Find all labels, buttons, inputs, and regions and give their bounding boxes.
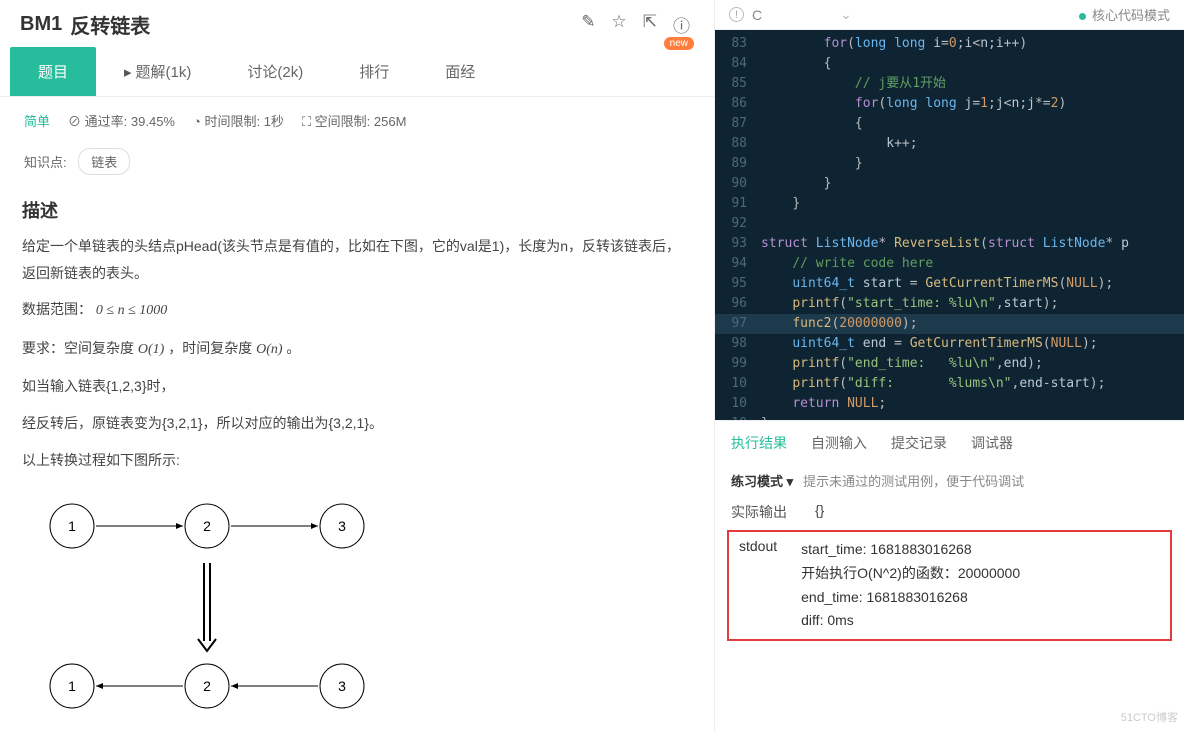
mem-limit: ⛶ 空间限制: 256M xyxy=(302,111,407,130)
header-actions: ✎ ☆ ⇱ ⓘ xyxy=(581,12,690,37)
stdout-box: stdout start_time: 1681883016268开始执行O(N^… xyxy=(727,530,1172,641)
code-line[interactable]: 91 } xyxy=(715,194,1184,214)
language-select[interactable]: ! C ⌄ xyxy=(729,6,852,23)
tab-exp[interactable]: 面经 xyxy=(417,47,503,96)
problem-title: 反转链表 xyxy=(70,10,150,39)
chevron-down-icon: ⌄ xyxy=(840,6,852,23)
knowledge-points: 知识点: 链表 xyxy=(0,144,714,189)
difficulty-badge: 简单 xyxy=(24,111,50,130)
code-line[interactable]: 10 printf("diff: %lums\n",end-start); xyxy=(715,374,1184,394)
info-icon[interactable]: ⓘ xyxy=(673,12,690,37)
code-line[interactable]: 92 xyxy=(715,214,1184,234)
actual-output: 实际输出 {} xyxy=(715,496,1184,524)
problem-code: BM1 xyxy=(20,13,62,36)
code-line[interactable]: 90 } xyxy=(715,174,1184,194)
code-line[interactable]: 87 { xyxy=(715,114,1184,134)
practice-hint: 提示未通过的测试用例，便于代码调试 xyxy=(803,471,1024,490)
code-line[interactable]: 85 // j要从1开始 xyxy=(715,74,1184,94)
language-name: C xyxy=(752,7,762,23)
problem-meta: 简单 ⊘ 通过率: 39.45% ◔ 时间限制: 1秒 ⛶ 空间限制: 256M xyxy=(0,97,714,144)
code-line[interactable]: 84 { xyxy=(715,54,1184,74)
desc-req: 要求：空间复杂度 O(1) ，时间复杂度 O(n) 。 xyxy=(22,335,692,364)
desc-p4: 如当输入链表{1,2,3}时， xyxy=(22,373,692,400)
svg-text:3: 3 xyxy=(338,678,346,694)
stdout-label: stdout xyxy=(739,538,777,633)
header: BM1 反转链表 ✎ ☆ ⇱ ⓘ xyxy=(0,0,714,47)
tab-debugger[interactable]: 调试器 xyxy=(971,433,1013,453)
code-line[interactable]: 97 func2(20000000); xyxy=(715,314,1184,334)
tab-selftest[interactable]: 自测输入 xyxy=(811,433,867,453)
tab-rank[interactable]: 排行 xyxy=(331,47,417,96)
desc-heading: 描述 xyxy=(0,189,714,233)
code-line[interactable]: 94 // write code here xyxy=(715,254,1184,274)
code-line[interactable]: 93struct ListNode* ReverseList(struct Li… xyxy=(715,234,1184,254)
svg-text:2: 2 xyxy=(203,518,211,534)
actual-output-value: {} xyxy=(815,502,824,522)
svg-text:3: 3 xyxy=(338,518,346,534)
kp-tag[interactable]: 链表 xyxy=(78,148,130,175)
code-mode[interactable]: 核心代码模式 xyxy=(1079,5,1170,24)
practice-mode-row: 练习模式 ▾ 提示未通过的测试用例，便于代码调试 xyxy=(715,461,1184,496)
video-icon: ▸ xyxy=(124,64,132,81)
code-line[interactable]: 86 for(long long j=1;j<n;j*=2) xyxy=(715,94,1184,114)
star-icon[interactable]: ☆ xyxy=(612,12,627,37)
mode-dot-icon xyxy=(1079,13,1086,20)
svg-text:2: 2 xyxy=(203,678,211,694)
desc-p6: 以上转换过程如下图所示: xyxy=(22,447,692,474)
diagram: 1 2 3 1 2 3 xyxy=(0,483,714,731)
description: 给定一个单链表的头结点pHead(该头节点是有值的，比如在下图，它的val是1)… xyxy=(0,233,714,473)
code-editor[interactable]: 83 for(long long i=0;i<n;i++)84 {85 // j… xyxy=(715,30,1184,420)
code-panel: ! C ⌄ 核心代码模式 83 for(long long i=0;i<n;i+… xyxy=(715,0,1184,731)
linked-list-diagram: 1 2 3 1 2 3 xyxy=(22,491,382,731)
share-icon[interactable]: ⇱ xyxy=(643,12,657,37)
edit-icon[interactable]: ✎ xyxy=(581,12,595,37)
code-line[interactable]: 10 return NULL; xyxy=(715,394,1184,414)
svg-text:1: 1 xyxy=(68,518,76,534)
lang-bar: ! C ⌄ 核心代码模式 xyxy=(715,0,1184,30)
svg-text:1: 1 xyxy=(68,678,76,694)
practice-mode-label[interactable]: 练习模式 ▾ xyxy=(731,471,793,490)
code-line[interactable]: 96 printf("start_time: %lu\n",start); xyxy=(715,294,1184,314)
desc-p1: 给定一个单链表的头结点pHead(该头节点是有值的，比如在下图，它的val是1)… xyxy=(22,233,692,286)
problem-tabs: 题目 ▸题解(1k) 讨论(2k) 排行 面经 new xyxy=(0,47,714,97)
desc-p5: 经反转后，原链表变为{3,2,1}，所以对应的输出为{3,2,1}。 xyxy=(22,410,692,437)
tab-result[interactable]: 执行结果 xyxy=(731,433,787,453)
code-line[interactable]: 98 uint64_t end = GetCurrentTimerMS(NULL… xyxy=(715,334,1184,354)
watermark: 51CTO博客 xyxy=(1121,709,1178,725)
tab-discuss[interactable]: 讨论(2k) xyxy=(219,47,331,96)
code-line[interactable]: 99 printf("end_time: %lu\n",end); xyxy=(715,354,1184,374)
code-line[interactable]: 95 uint64_t start = GetCurrentTimerMS(NU… xyxy=(715,274,1184,294)
problem-panel: BM1 反转链表 ✎ ☆ ⇱ ⓘ 题目 ▸题解(1k) 讨论(2k) 排行 面经… xyxy=(0,0,715,731)
tab-submit[interactable]: 提交记录 xyxy=(891,433,947,453)
time-limit: ◔ 时间限制: 1秒 xyxy=(193,111,284,130)
tab-problem[interactable]: 题目 xyxy=(10,47,96,96)
pass-rate: ⊘ 通过率: 39.45% xyxy=(68,111,175,130)
code-line[interactable]: 88 k++; xyxy=(715,134,1184,154)
bottom-tabs: 执行结果 自测输入 提交记录 调试器 xyxy=(715,420,1184,461)
code-line[interactable]: 89 } xyxy=(715,154,1184,174)
warning-icon: ! xyxy=(729,7,744,22)
new-badge: new xyxy=(664,37,694,50)
desc-range: 数据范围： 0 ≤ n ≤ 1000 xyxy=(22,296,692,325)
code-line[interactable]: 83 for(long long i=0;i<n;i++) xyxy=(715,34,1184,54)
stdout-lines: start_time: 1681883016268开始执行O(N^2)的函数：2… xyxy=(801,538,1020,633)
tab-solution[interactable]: ▸题解(1k) xyxy=(96,47,219,96)
